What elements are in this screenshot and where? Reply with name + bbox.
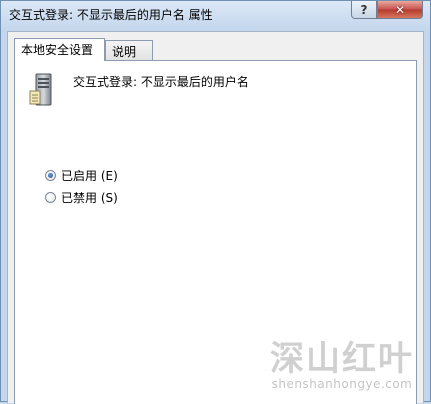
watermark-logo: 深山红叶 bbox=[270, 339, 414, 379]
server-icon bbox=[29, 73, 52, 106]
enabled-label: 已启用 (E) bbox=[61, 169, 118, 183]
disabled-label: 已禁用 (S) bbox=[61, 191, 118, 205]
properties-dialog: 交互式登录: 不显示最后的用户名 属性 ? ✕ 本地安全设置 说明 交互式登录:… bbox=[0, 0, 431, 404]
disabled-option[interactable]: 已禁用 (S) bbox=[45, 189, 118, 206]
window-title: 交互式登录: 不显示最后的用户名 属性 bbox=[9, 8, 213, 22]
policy-name: 交互式登录: 不显示最后的用户名 bbox=[73, 75, 249, 89]
tab-local-security-setting[interactable]: 本地安全设置 bbox=[14, 38, 105, 61]
enabled-radio[interactable] bbox=[45, 170, 56, 181]
enabled-option[interactable]: 已启用 (E) bbox=[45, 167, 118, 184]
help-button[interactable]: ? bbox=[351, 1, 377, 19]
tab-explain[interactable]: 说明 bbox=[105, 40, 153, 60]
disabled-radio[interactable] bbox=[45, 192, 56, 203]
watermark: 深山红叶 shenshanhongye.com bbox=[270, 341, 414, 391]
watermark-url: shenshanhongye.com bbox=[271, 377, 413, 391]
close-button[interactable]: ✕ bbox=[377, 1, 423, 19]
